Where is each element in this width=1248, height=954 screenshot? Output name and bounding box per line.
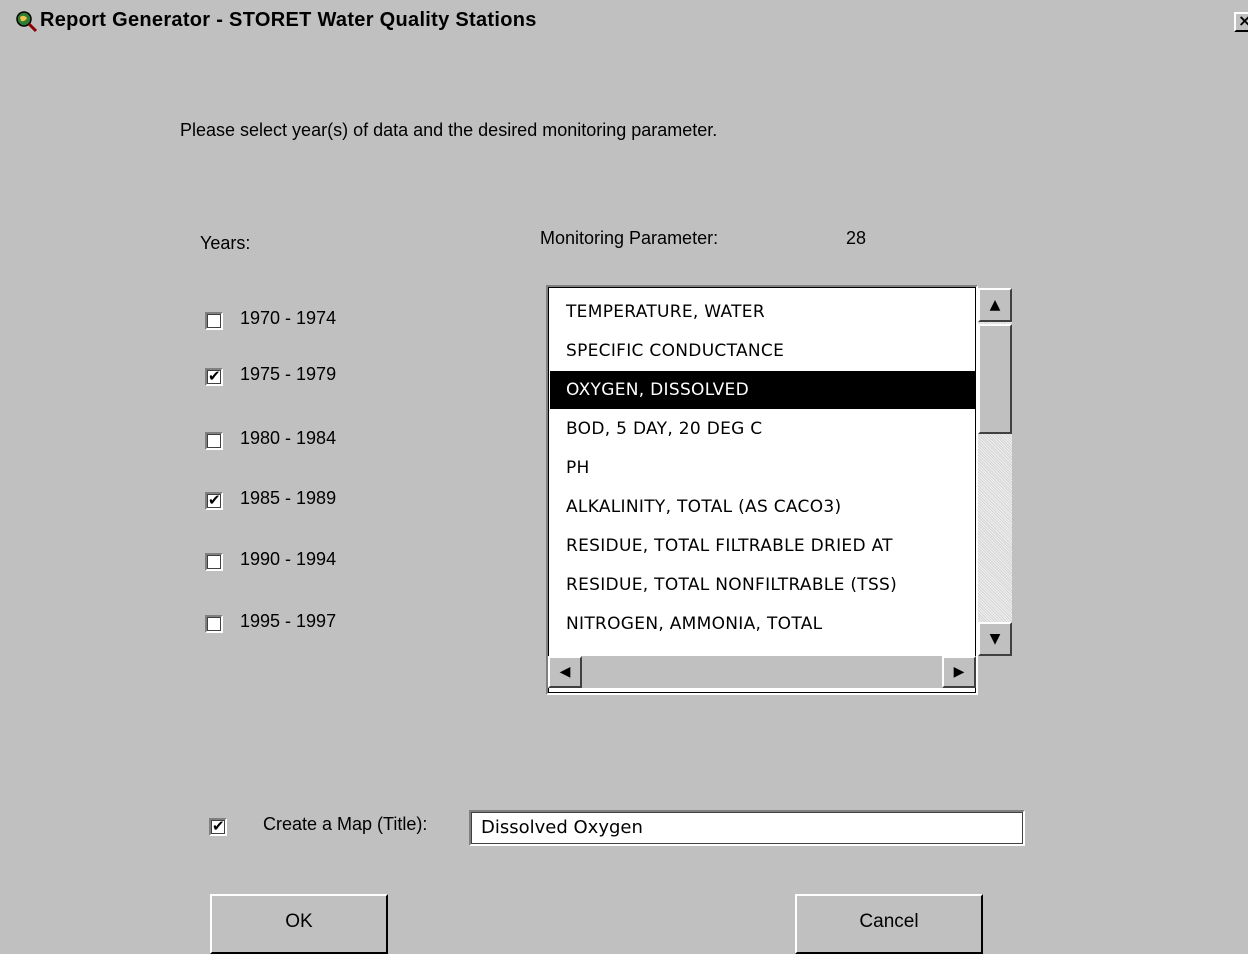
cancel-button[interactable]: Cancel [795, 894, 983, 954]
scroll-down-icon: ▼ [989, 631, 1001, 647]
scroll-up-button[interactable]: ▲ [978, 288, 1012, 322]
map-title-input[interactable]: Dissolved Oxygen [469, 810, 1025, 846]
parameter-list-item[interactable]: OXYGEN, DISSOLVED [550, 371, 976, 409]
scroll-left-button[interactable]: ◀ [548, 656, 582, 688]
create-map-label: Create a Map (Title): [263, 814, 428, 834]
parameter-list-item[interactable]: PH [550, 449, 976, 487]
year-checkbox[interactable]: ✔ [205, 491, 223, 510]
year-checkbox-label: 1980 - 1984 [240, 428, 337, 448]
instructions-text: Please select year(s) of data and the de… [180, 120, 718, 140]
parameter-count: 28 [846, 228, 867, 248]
create-map-checkbox[interactable]: ✔ [209, 817, 227, 836]
cancel-button-label: Cancel [859, 911, 919, 932]
year-checkbox-label: 1995 - 1997 [240, 611, 337, 631]
year-checkbox[interactable] [205, 312, 223, 330]
parameter-list-item[interactable]: ALKALINITY, TOTAL (AS CACO3) [550, 488, 976, 526]
check-icon: ✔ [212, 817, 225, 835]
close-icon: × [1238, 14, 1248, 30]
check-icon: ✔ [208, 367, 221, 385]
scroll-down-button[interactable]: ▼ [978, 622, 1012, 656]
ok-button-label: OK [285, 911, 313, 932]
check-icon: ✔ [208, 491, 221, 509]
year-checkbox[interactable] [205, 432, 223, 450]
horizontal-scrollbar[interactable]: ◀ ▶ [548, 656, 976, 688]
year-checkbox-label: 1975 - 1979 [240, 364, 337, 384]
year-checkbox-label: 1990 - 1994 [240, 549, 337, 569]
parameter-list-item[interactable]: RESIDUE, TOTAL FILTRABLE DRIED AT [550, 527, 976, 565]
parameter-listbox[interactable]: TEMPERATURE, WATER SPECIFIC CONDUCTANCE OX… [546, 285, 978, 695]
vertical-scrollbar[interactable]: ▲ ▼ [978, 288, 1012, 656]
year-checkbox-label: 1985 - 1989 [240, 488, 337, 508]
year-checkbox-label: 1970 - 1974 [240, 308, 337, 328]
parameter-list-item[interactable]: BOD, 5 DAY, 20 DEG C [550, 410, 976, 448]
ok-button[interactable]: OK [210, 894, 388, 954]
window-title: Report Generator - STORET Water Quality … [40, 9, 537, 31]
close-button[interactable]: × [1234, 12, 1248, 32]
title-bar: Report Generator - STORET Water Quality … [0, 0, 1248, 42]
parameter-list-item[interactable]: NITROGEN, AMMONIA, TOTAL [550, 605, 976, 643]
years-label: Years: [200, 233, 251, 253]
magnifier-globe-icon [16, 11, 38, 33]
scroll-up-icon: ▲ [989, 297, 1001, 313]
scroll-right-icon: ▶ [953, 664, 965, 680]
year-checkbox[interactable] [205, 553, 223, 571]
scroll-left-icon: ◀ [559, 664, 571, 680]
year-checkbox[interactable]: ✔ [205, 367, 223, 386]
parameter-list-item[interactable]: TEMPERATURE, WATER [550, 293, 976, 331]
scroll-right-button[interactable]: ▶ [942, 656, 976, 688]
parameter-list-item[interactable]: RESIDUE, TOTAL NONFILTRABLE (TSS) [550, 566, 976, 604]
monitoring-parameter-label: Monitoring Parameter: [540, 228, 719, 248]
vertical-scroll-thumb[interactable] [978, 324, 1012, 434]
parameter-list-items: TEMPERATURE, WATER SPECIFIC CONDUCTANCE OX… [550, 289, 976, 651]
parameter-list-item[interactable]: SPECIFIC CONDUCTANCE [550, 332, 976, 370]
year-checkbox[interactable] [205, 615, 223, 633]
